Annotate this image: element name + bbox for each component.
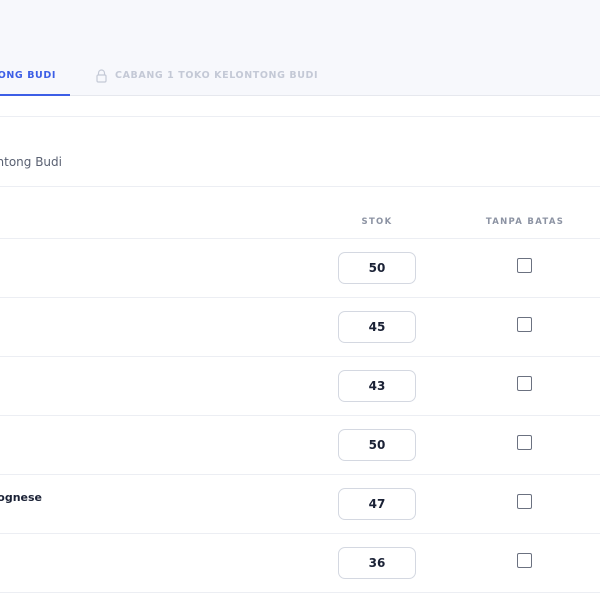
tab-label: CABANG 1 TOKO KELONTONG BUDI [115,70,319,81]
store-name: elontong Budi [0,155,62,169]
tanpa-batas-checkbox[interactable] [517,435,532,450]
stock-input[interactable]: 36 [338,547,416,579]
product-name: olognese [0,491,42,504]
tab-toko-kelontong-budi[interactable]: ONG BUDI [0,68,70,96]
tanpa-batas-checkbox[interactable] [517,317,532,332]
stock-input[interactable]: 43 [338,370,416,402]
tab-label: ONG BUDI [0,70,56,81]
table-row: olognese 47 [0,475,600,534]
table-row: 36 [0,534,600,593]
column-header-stok: STOK [361,217,393,227]
stock-input[interactable]: 50 [338,252,416,284]
tanpa-batas-checkbox[interactable] [517,553,532,568]
store-info-row: elontong Budi [0,116,600,187]
stock-input[interactable]: 47 [338,488,416,520]
table-row: 50 [0,239,600,298]
tanpa-batas-checkbox[interactable] [517,494,532,509]
stock-input[interactable]: 50 [338,429,416,461]
column-header-tanpa-batas: TANPA BATAS [485,217,565,227]
lock-icon [96,68,107,83]
table-header: STOK TANPA BATAS [0,188,600,239]
tanpa-batas-checkbox[interactable] [517,376,532,391]
table-row: 50 [0,416,600,475]
top-tab-bar: ONG BUDI CABANG 1 TOKO KELONTONG BUDI [0,0,600,96]
table-row: 43 [0,357,600,416]
table-row: 45 [0,298,600,357]
tanpa-batas-checkbox[interactable] [517,258,532,273]
stock-input[interactable]: 45 [338,311,416,343]
